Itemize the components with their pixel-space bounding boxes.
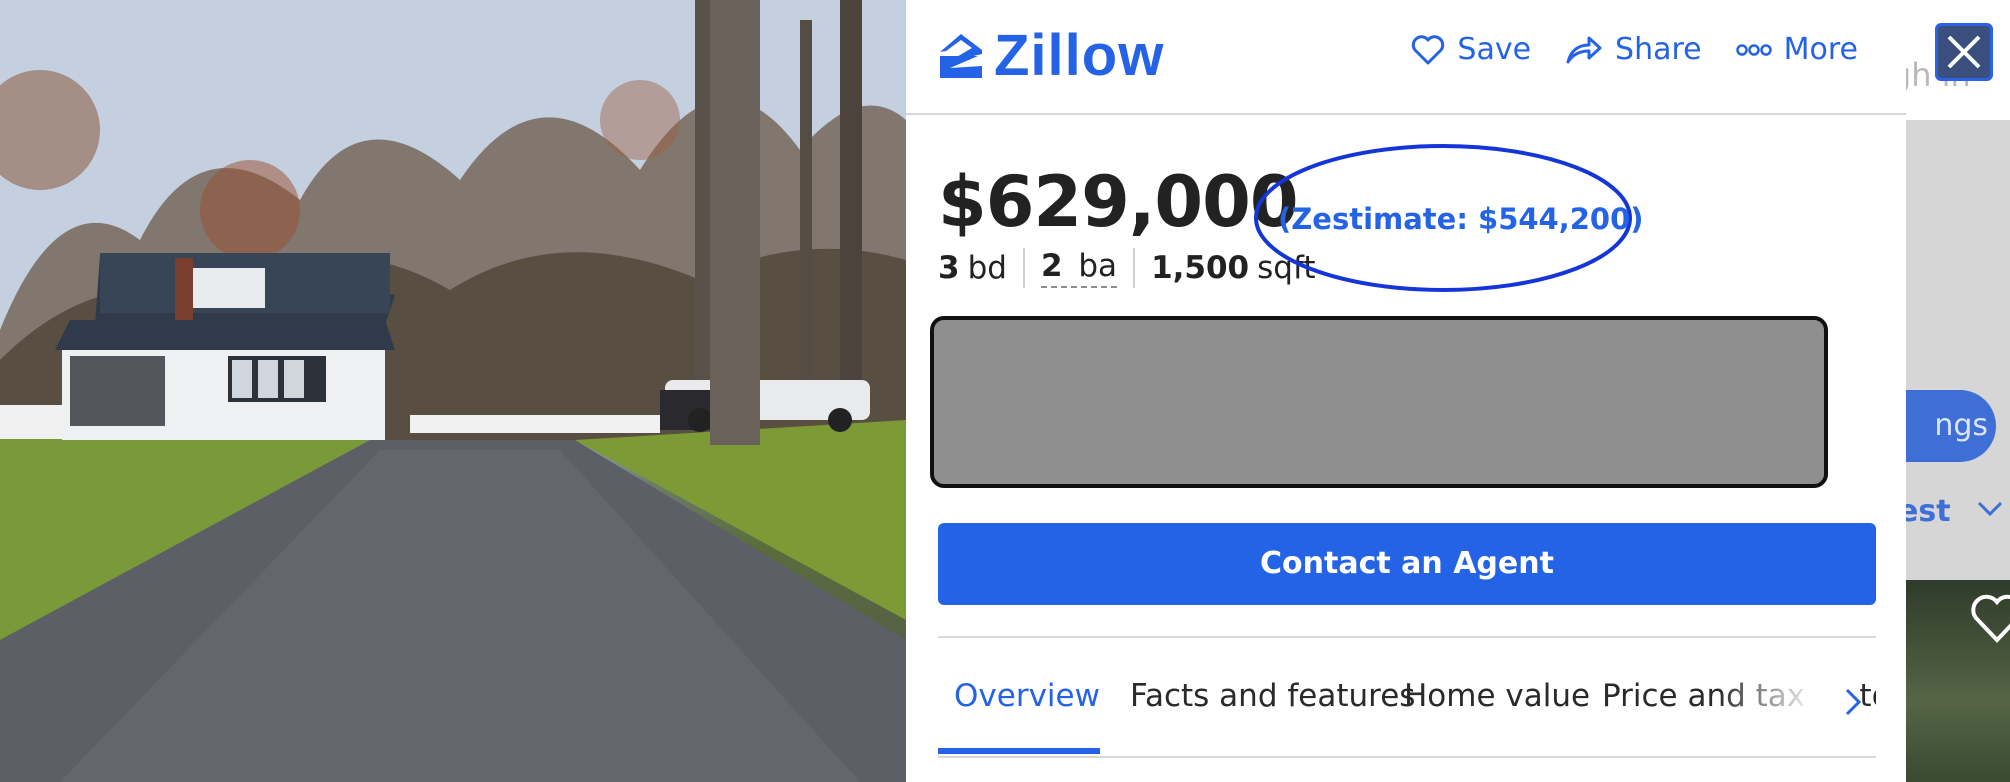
tab-home-value[interactable]: Home value [1404,678,1590,714]
zillow-house-icon [940,34,982,78]
more-button[interactable]: More [1735,32,1858,67]
share-label: Share [1615,32,1702,67]
heart-icon [1971,594,2010,643]
save-label: Save [1457,32,1532,67]
heart-icon [1412,34,1445,64]
baths-unit: ba [1078,248,1118,284]
more-label: More [1783,32,1858,67]
baths-count: 2 [1040,248,1063,284]
logo-wordmark: Zillow [994,23,1165,88]
sqft-count: 1,500 [1151,250,1250,286]
zestimate-link[interactable]: (Zestimate: $544,200) [1278,202,1644,236]
background-search-page: igh in ngs est [1906,0,2010,782]
facts-divider [1022,248,1025,288]
chevron-down-icon [1977,501,2003,517]
tabs-bottom-border [938,756,1876,758]
header-actions: Save Share More [1411,32,1858,67]
section-tabs: Overview Facts and features Home value P… [938,660,1876,756]
section-divider [938,636,1876,638]
tab-overview[interactable]: Overview [954,678,1100,714]
house-photo-illustration [0,0,906,782]
tabs-fade-overlay [1718,660,1858,750]
beds-count: 3 [938,250,960,286]
background-button: ngs [1906,390,1996,462]
chevron-right-icon[interactable] [1838,682,1868,722]
more-dots-icon [1735,43,1772,56]
listing-photo[interactable] [0,0,906,782]
close-button[interactable] [1935,23,1993,81]
facts-divider [1133,248,1136,288]
save-button[interactable]: Save [1411,32,1531,67]
redacted-region [930,316,1828,488]
background-sort-label: est [1906,494,1951,529]
beds-unit: bd [967,250,1007,286]
listing-price: $629,000 [938,161,1299,243]
close-icon [1947,35,1981,69]
contact-agent-button[interactable]: Contact an Agent [938,523,1876,605]
tab-facts-and-features[interactable]: Facts and features [1130,678,1415,714]
active-tab-indicator [938,748,1100,754]
panel-header: Zillow Save Share More [906,0,1906,115]
baths-info[interactable]: 2 ba [1040,248,1118,288]
zillow-logo[interactable]: Zillow [938,26,1164,86]
share-button[interactable]: Share [1565,32,1702,67]
share-arrow-icon [1566,36,1602,63]
listing-detail-panel: Zillow Save Share More $629,000 3 bd 2 b… [906,0,1906,782]
